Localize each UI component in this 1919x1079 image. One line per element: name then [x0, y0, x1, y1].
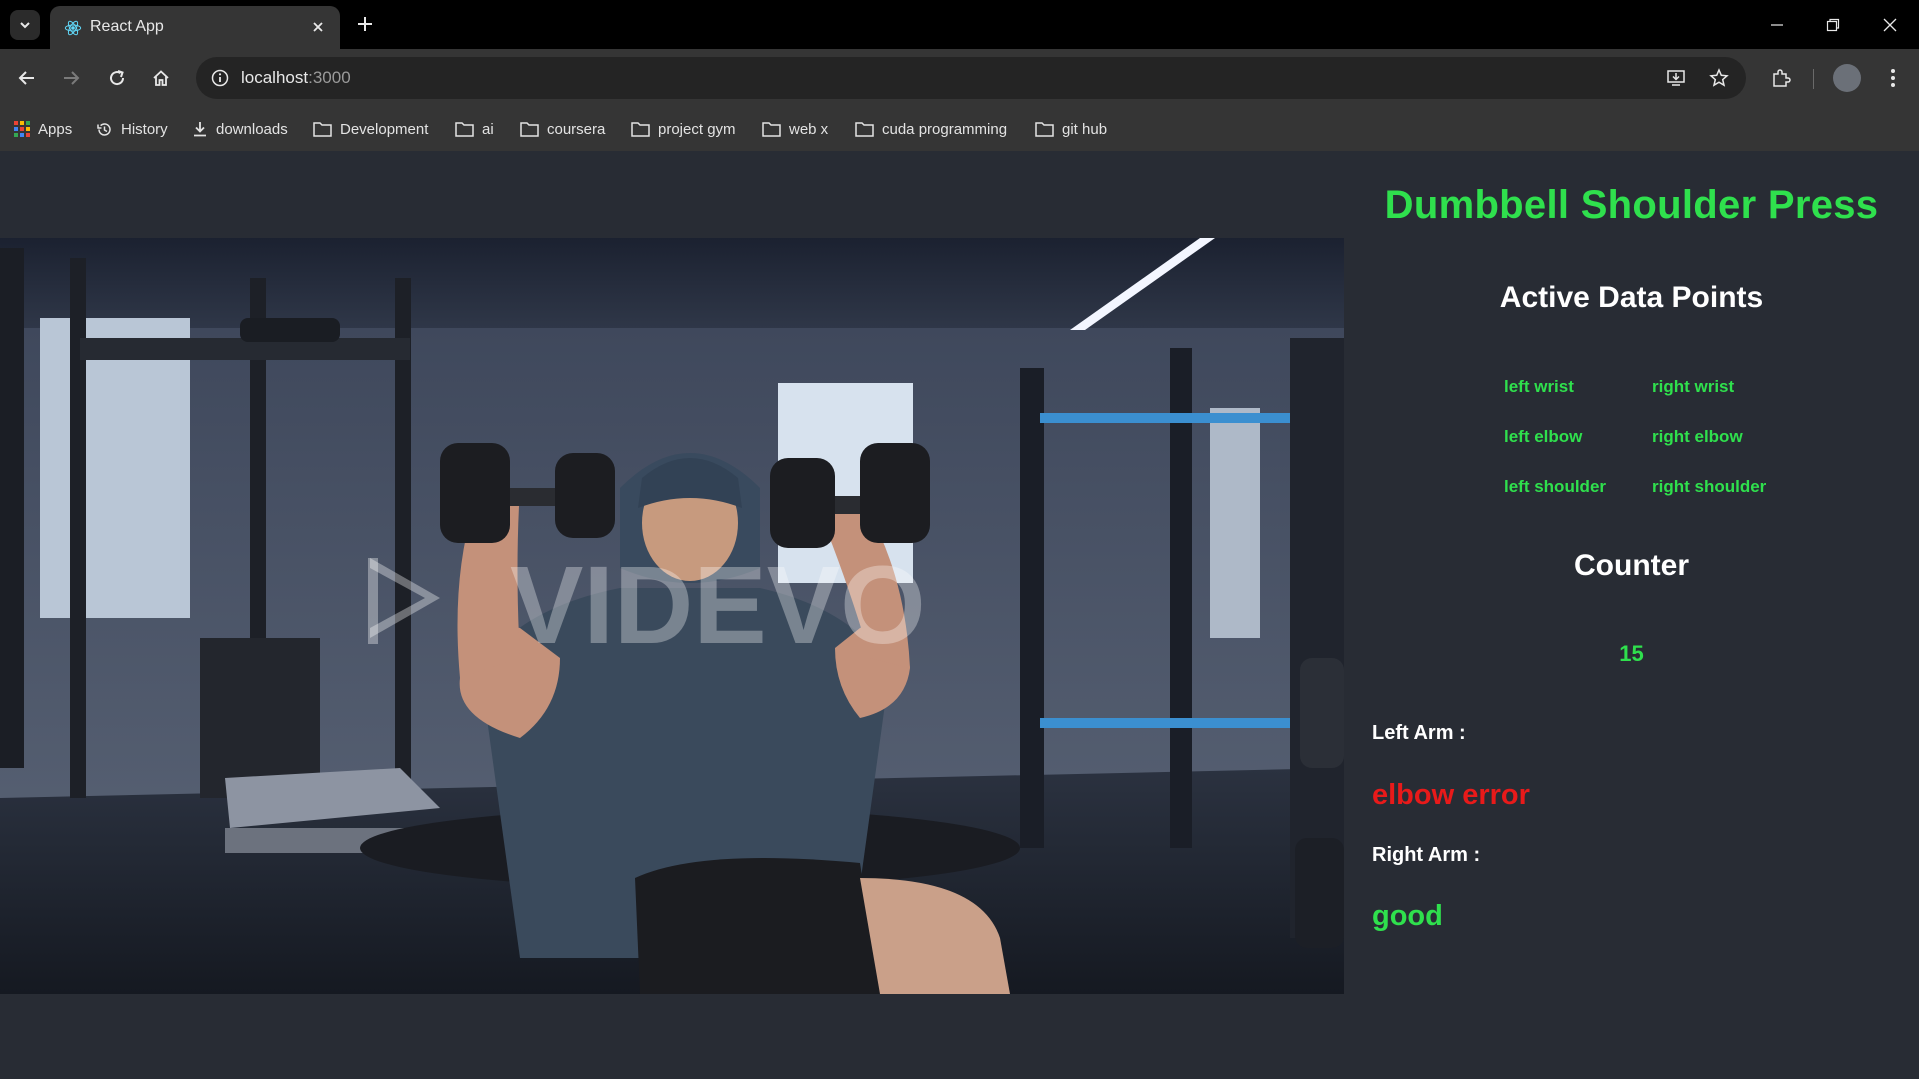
folder-icon [631, 122, 650, 137]
minimize-icon [1771, 24, 1783, 26]
folder-icon [762, 122, 781, 137]
install-icon [1667, 70, 1685, 86]
close-icon [1883, 18, 1897, 32]
folder-icon [313, 122, 332, 137]
close-icon [313, 22, 323, 32]
bookmark-label: History [121, 120, 168, 138]
point-right-elbow: right elbow [1652, 427, 1743, 446]
bookmark-cuda-programming[interactable]: cuda programming [855, 117, 1007, 141]
point-left-shoulder: left shoulder [1504, 477, 1607, 496]
point-right-shoulder: right shoulder [1652, 477, 1767, 496]
more-vertical-icon [1891, 69, 1895, 87]
plus-icon [358, 17, 372, 31]
puzzle-icon [1773, 69, 1791, 87]
folder-icon [455, 122, 474, 137]
point-left-elbow: left elbow [1504, 427, 1583, 446]
video-watermark: VIDEVO [510, 544, 926, 667]
site-info-button[interactable] [204, 62, 236, 94]
bookmark-label: coursera [547, 120, 606, 138]
back-button[interactable] [12, 63, 42, 93]
new-tab-button[interactable] [352, 11, 378, 37]
active-data-points-heading: Active Data Points [1499, 281, 1764, 314]
folder-icon [520, 122, 539, 137]
bookmark-label: Apps [38, 120, 73, 138]
bookmark-label: downloads [216, 120, 288, 138]
video-frame: VIDEVO [0, 238, 1344, 994]
right-arm-status: good [1372, 900, 1443, 932]
bookmark-label: Development [340, 120, 429, 138]
bookmark-apps[interactable]: Apps [14, 117, 72, 141]
bookmark-coursera[interactable]: coursera [520, 117, 605, 141]
profile-avatar[interactable] [1833, 64, 1861, 92]
exercise-video[interactable]: VIDEVO [0, 238, 1344, 994]
info-icon [211, 69, 229, 87]
page-title: Dumbbell Shoulder Press [1384, 183, 1879, 227]
folder-icon [1035, 122, 1054, 137]
rep-counter-value: 15 [1619, 641, 1644, 666]
bookmarks-bar: Apps History downloads Development ai co… [0, 107, 1919, 151]
reload-button[interactable] [102, 63, 132, 93]
bookmark-history[interactable]: History [96, 117, 168, 141]
arrow-right-icon [64, 71, 80, 85]
bookmark-project-gym[interactable]: project gym [631, 117, 736, 141]
bookmark-label: cuda programming [882, 120, 1008, 138]
tab-search-button[interactable] [10, 10, 40, 40]
download-icon [194, 122, 206, 137]
browser-tab[interactable]: React App [50, 6, 340, 49]
bookmark-web-x[interactable]: web x [762, 117, 828, 141]
bookmark-ai[interactable]: ai [455, 117, 494, 141]
apps-grid-icon [14, 121, 30, 137]
star-icon [1709, 68, 1729, 87]
close-window-button[interactable] [1870, 10, 1910, 40]
folder-icon [855, 122, 874, 137]
tab-title: React App [90, 18, 164, 35]
home-icon [153, 70, 169, 86]
url-port: :3000 [308, 68, 351, 87]
bookmark-label: git hub [1062, 120, 1108, 138]
minimize-button[interactable] [1757, 10, 1797, 40]
react-logo-icon [64, 20, 82, 36]
bookmark-label: ai [482, 120, 494, 138]
forward-button[interactable] [56, 63, 86, 93]
bookmark-git-hub[interactable]: git hub [1035, 117, 1107, 141]
browser-toolbar: localhost:3000 [0, 49, 1919, 107]
url-host: localhost [241, 68, 309, 87]
browser-menu-button[interactable] [1878, 63, 1908, 93]
point-left-wrist: left wrist [1504, 377, 1574, 396]
bookmark-development[interactable]: Development [313, 117, 428, 141]
page-content: VIDEVO Dumbbell Shoulder Press Active Da… [0, 151, 1919, 1079]
home-button[interactable] [146, 63, 176, 93]
history-icon [97, 122, 111, 136]
reload-icon [110, 70, 125, 86]
left-arm-status: elbow error [1372, 779, 1530, 811]
left-arm-label: Left Arm : [1372, 722, 1466, 744]
tab-close-button[interactable] [308, 17, 328, 37]
tab-strip: React App [0, 0, 1919, 49]
chevron-down-icon [20, 22, 30, 29]
toolbar-divider [1813, 69, 1814, 89]
counter-heading: Counter [1574, 549, 1689, 582]
address-bar[interactable]: localhost:3000 [196, 57, 1746, 99]
bookmark-star-button[interactable] [1704, 63, 1734, 93]
restore-button[interactable] [1813, 10, 1853, 40]
analysis-panel: Dumbbell Shoulder Press Active Data Poin… [1344, 151, 1919, 1079]
bookmark-label: project gym [658, 120, 736, 138]
install-app-button[interactable] [1661, 63, 1691, 93]
url-text[interactable]: localhost:3000 [241, 68, 351, 88]
arrow-left-icon [18, 71, 34, 85]
bookmark-label: web x [789, 120, 829, 138]
restore-icon [1826, 18, 1840, 32]
right-arm-label: Right Arm : [1372, 844, 1481, 866]
extensions-button[interactable] [1766, 63, 1796, 93]
point-right-wrist: right wrist [1652, 377, 1735, 396]
bookmark-downloads[interactable]: downloads [192, 117, 288, 141]
